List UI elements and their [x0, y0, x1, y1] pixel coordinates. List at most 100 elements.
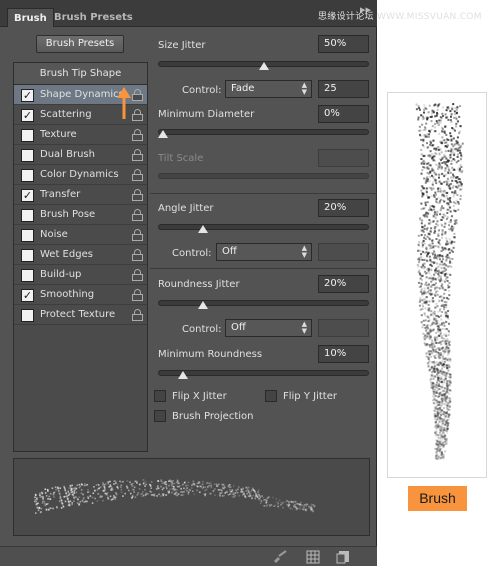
select-arrows-icon: ▲ ▼ — [301, 81, 307, 96]
annotation-arrow-icon — [117, 87, 131, 119]
tip-item-label: Dual Brush — [40, 149, 95, 160]
brush-stroke-sample — [387, 92, 487, 478]
flip-y-jitter-checkbox[interactable] — [265, 390, 277, 402]
tip-item-label: Protect Texture — [40, 309, 116, 320]
angle-control-select[interactable]: Off ▲ ▼ — [216, 243, 312, 261]
tip-item-label: Brush Pose — [40, 209, 96, 220]
angle-control-value — [318, 243, 369, 261]
roundness-jitter-value[interactable]: 20% — [318, 275, 369, 293]
brush-panel: Brush Brush Presets ▸▸ Brush Presets Bru… — [0, 0, 377, 566]
tip-item-dual-brush[interactable]: Dual Brush — [14, 145, 147, 165]
tip-item-label: Build-up — [40, 269, 82, 280]
lock-icon[interactable] — [132, 289, 143, 301]
brush-projection-checkbox[interactable] — [154, 410, 166, 422]
tip-item-label: Texture — [40, 129, 77, 140]
lock-icon[interactable] — [132, 189, 143, 201]
select-arrows-icon: ▲ ▼ — [301, 320, 307, 335]
minimum-diameter-slider[interactable] — [158, 129, 369, 135]
tip-item-wet-edges[interactable]: Wet Edges — [14, 245, 147, 265]
roundness-control-select[interactable]: Off ▲ ▼ — [225, 319, 312, 337]
lock-icon[interactable] — [132, 129, 143, 141]
slider-thumb[interactable] — [158, 130, 168, 138]
tab-brush[interactable]: Brush — [7, 8, 54, 27]
new-brush-icon[interactable] — [336, 550, 350, 564]
stroke-sample-image — [415, 103, 464, 460]
tip-item-checkbox[interactable]: ✓ — [21, 89, 34, 102]
stroke-caption-label: Brush — [408, 486, 467, 511]
tip-item-checkbox[interactable] — [21, 209, 34, 222]
minimum-diameter-value[interactable]: 0% — [318, 105, 369, 123]
angle-jitter-slider[interactable] — [158, 224, 369, 230]
roundness-jitter-label: Roundness Jitter — [158, 279, 240, 290]
lock-icon[interactable] — [132, 89, 143, 101]
roundness-jitter-slider[interactable] — [158, 300, 369, 306]
tip-item-label: Color Dynamics — [40, 169, 119, 180]
size-control-label: Control: — [182, 85, 222, 96]
roundness-control-label: Control: — [182, 324, 222, 335]
tilt-scale-label: Tilt Scale — [158, 153, 204, 164]
lock-icon[interactable] — [132, 149, 143, 161]
brush-tip-shape-item[interactable]: Brush Tip Shape — [14, 63, 147, 85]
tip-item-checkbox[interactable] — [21, 129, 34, 142]
tip-item-color-dynamics[interactable]: Color Dynamics — [14, 165, 147, 185]
flip-x-jitter-label: Flip X Jitter — [172, 391, 227, 402]
brush-presets-button[interactable]: Brush Presets — [36, 35, 124, 53]
size-control-selected: Fade — [231, 83, 255, 94]
tip-item-label: Smoothing — [40, 289, 95, 300]
tip-item-checkbox[interactable] — [21, 169, 34, 182]
select-arrows-icon: ▲ ▼ — [301, 244, 307, 259]
tip-item-checkbox[interactable] — [21, 269, 34, 282]
grid-icon[interactable] — [306, 550, 320, 564]
tip-item-checkbox[interactable] — [21, 229, 34, 242]
size-jitter-label: Size Jitter — [158, 40, 206, 51]
size-jitter-value[interactable]: 50% — [318, 35, 369, 53]
tip-item-texture[interactable]: Texture — [14, 125, 147, 145]
minimum-roundness-value[interactable]: 10% — [318, 345, 369, 363]
minimum-roundness-slider[interactable] — [158, 370, 369, 376]
tip-item-protect-texture[interactable]: Protect Texture — [14, 305, 147, 325]
tip-item-label: Noise — [40, 229, 68, 240]
flip-x-jitter-checkbox[interactable] — [154, 390, 166, 402]
slider-thumb[interactable] — [178, 371, 189, 379]
tilt-scale-slider — [158, 173, 369, 179]
divider — [150, 268, 377, 269]
tip-item-build-up[interactable]: Build-up — [14, 265, 147, 285]
brush-projection-label: Brush Projection — [172, 411, 254, 422]
lock-icon[interactable] — [132, 269, 143, 281]
lock-icon[interactable] — [132, 169, 143, 181]
tilt-scale-value — [318, 149, 369, 167]
tip-item-checkbox[interactable]: ✓ — [21, 289, 34, 302]
lock-icon[interactable] — [132, 309, 143, 321]
tip-item-label: Scattering — [40, 109, 92, 120]
tip-item-checkbox[interactable] — [21, 309, 34, 322]
tip-item-checkbox[interactable] — [21, 149, 34, 162]
angle-control-label: Control: — [172, 248, 212, 259]
lock-icon[interactable] — [132, 249, 143, 261]
slider-thumb[interactable] — [258, 62, 269, 70]
size-control-select[interactable]: Fade ▲ ▼ — [225, 80, 312, 98]
tab-brush-presets[interactable]: Brush Presets — [48, 8, 139, 27]
brush-edit-icon[interactable] — [272, 550, 288, 564]
tip-item-brush-pose[interactable]: Brush Pose — [14, 205, 147, 225]
angle-jitter-value[interactable]: 20% — [318, 199, 369, 217]
slider-thumb[interactable] — [198, 225, 209, 233]
tip-item-noise[interactable]: Noise — [14, 225, 147, 245]
angle-control-selected: Off — [222, 246, 237, 257]
watermark-text: 思缘设计论坛 WWW.MISSVUAN.COM — [318, 12, 482, 22]
tip-item-smoothing[interactable]: ✓ Smoothing — [14, 285, 147, 305]
tip-item-transfer[interactable]: ✓ Transfer — [14, 185, 147, 205]
lock-icon[interactable] — [132, 229, 143, 241]
preview-stroke-image — [34, 479, 316, 514]
brush-stroke-preview — [13, 458, 370, 536]
tip-item-checkbox[interactable] — [21, 249, 34, 262]
slider-thumb[interactable] — [198, 301, 209, 309]
brush-tip-list: Brush Tip Shape ✓ Shape Dynamics ✓ Scatteri… — [13, 62, 148, 452]
roundness-control-value — [318, 319, 369, 337]
lock-icon[interactable] — [132, 209, 143, 221]
fade-steps-value[interactable]: 25 — [318, 80, 369, 98]
tip-item-checkbox[interactable]: ✓ — [21, 109, 34, 122]
panel-bottom-bar — [0, 546, 377, 566]
divider — [150, 193, 377, 194]
tip-item-checkbox[interactable]: ✓ — [21, 189, 34, 202]
lock-icon[interactable] — [132, 109, 143, 121]
